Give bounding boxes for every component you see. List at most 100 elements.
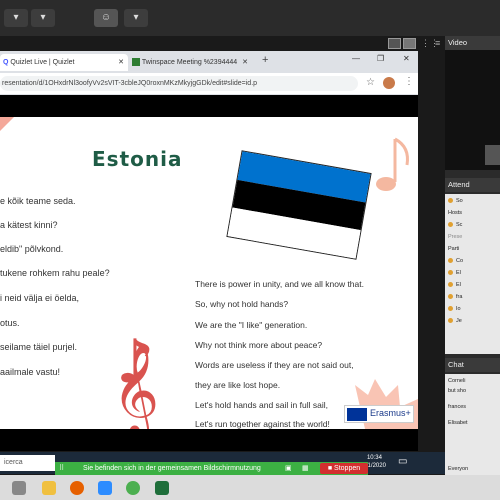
video-panel-title: Video [445, 36, 500, 50]
attendee-row[interactable]: So [448, 198, 463, 204]
layout-single-icon[interactable] [388, 38, 401, 49]
zoom-icon[interactable] [98, 481, 112, 495]
estonian-line: aailmale vastu! [0, 367, 61, 377]
bookmark-icon[interactable]: ☆ [366, 77, 375, 88]
quizlet-icon: Q [3, 59, 9, 66]
user-icon [448, 282, 453, 288]
user-icon[interactable]: ☺ [94, 9, 118, 27]
clock-time: 10:34 [366, 455, 382, 461]
explorer-icon[interactable] [12, 481, 26, 495]
attendee-row[interactable]: Je [448, 318, 462, 324]
attendee-row[interactable]: fra [448, 294, 462, 300]
estonian-line: e kõik teame seda. [0, 196, 76, 206]
screen-share-bar: ⠿ Sie befinden sich in der gemeinsamen B… [55, 462, 368, 475]
estonian-line: tukene rohkem rahu peale? [0, 268, 110, 278]
maximize-icon[interactable]: ❐ [377, 54, 384, 63]
slide-bottom-margin [0, 429, 418, 451]
erasmus-logo-text: Erasmus+ [370, 408, 411, 418]
treble-clef-fallback: ♪ [116, 327, 154, 397]
english-line: they are like lost hope. [195, 380, 281, 390]
english-line: Let's run together against the world! [195, 419, 330, 429]
participant-thumbnail [485, 145, 500, 165]
attendees-panel-title: Attend [445, 178, 500, 192]
options-icon[interactable]: ≡ [435, 38, 440, 48]
share-notice: Sie befinden sich in der gemeinsamen Bil… [83, 465, 261, 472]
browser-menu-icon[interactable]: ⋮ [404, 76, 414, 87]
app-icon[interactable] [155, 481, 169, 495]
english-line: Words are useless if they are not said o… [195, 360, 354, 370]
eu-flag-icon [347, 408, 367, 421]
attendee-row[interactable]: El [448, 270, 461, 276]
user-icon [448, 222, 453, 228]
user-icon [448, 294, 453, 300]
conference-panel: Video Attend So Hosts Sc Prese Parti Co … [445, 36, 500, 500]
firefox-icon[interactable] [70, 481, 84, 495]
browser-window: Q Quizlet Live | Quizlet ✕ Twinspace Mee… [0, 51, 418, 95]
attendee-group[interactable]: Prese [448, 234, 462, 240]
layout-switcher: ⋮⋮ ≡ [388, 38, 443, 52]
attendee-row[interactable]: Co [448, 258, 463, 264]
share-settings-icon[interactable]: ▦ [302, 462, 309, 475]
user-icon [448, 306, 453, 312]
address-bar: resentation/d/1OHxdrNl3oofyVv2sVIT-3cble… [0, 73, 418, 94]
close-icon[interactable]: ✕ [242, 54, 248, 71]
english-line: Let's hold hands and sail in full sail, [195, 400, 328, 410]
close-icon[interactable]: ✕ [118, 54, 124, 71]
erasmus-logo: Erasmus+ [344, 405, 414, 423]
music-note-flag [394, 137, 409, 166]
attendee-row[interactable]: Io [448, 306, 461, 312]
chat-message: Corneli [448, 378, 466, 384]
user-icon [448, 270, 453, 276]
slide-title: Estonia [92, 147, 183, 171]
notification-icon[interactable]: ▭ [398, 456, 407, 467]
app-dock [0, 475, 500, 500]
stop-sharing-button[interactable]: ■ Stoppen [320, 463, 368, 474]
attendee-row[interactable]: El [448, 282, 461, 288]
mic-icon[interactable]: ▾ [124, 9, 148, 27]
attendee-group[interactable]: Parti [448, 246, 459, 252]
estonian-line: eldib" põlvkond. [0, 244, 64, 254]
estonian-line: i neid välja ei öelda, [0, 293, 80, 303]
chat-recipient[interactable]: Everyon [448, 466, 468, 472]
corner-shape [0, 117, 14, 131]
estonian-line: seilame täiel purjel. [0, 342, 78, 352]
close-window-icon[interactable]: ✕ [403, 54, 410, 63]
tab-title: Quizlet Live | Quizlet [10, 59, 75, 66]
slide-top-margin [0, 95, 418, 117]
estonian-line: otus. [0, 318, 20, 328]
share-grip-icon[interactable]: ⠿ [59, 462, 64, 475]
tab-quizlet[interactable]: Q Quizlet Live | Quizlet ✕ [0, 54, 128, 71]
attendees-list: So Hosts Sc Prese Parti Co El El fra Io … [445, 194, 500, 354]
music-note-head [376, 177, 396, 191]
estonian-line: a kätest kinni? [0, 220, 58, 230]
english-line: Why not think more about peace? [195, 340, 323, 350]
attendee-row[interactable]: Sc [448, 222, 462, 228]
taskbar-search[interactable]: icerca [0, 455, 55, 471]
twinspace-icon [132, 58, 140, 67]
chat-message: but sho [448, 388, 467, 394]
share-status-icon: ▣ [285, 465, 292, 472]
tab-twinspace[interactable]: Twinspace Meeting %2394444 ✕ [130, 54, 252, 71]
user-icon [448, 198, 453, 204]
folder-icon[interactable] [42, 481, 56, 495]
english-line: We are the "I like" generation. [195, 320, 308, 330]
english-line: There is power in unity, and we all know… [195, 279, 364, 289]
chrome-icon[interactable] [126, 481, 140, 495]
presentation-slide: 𝄞 ♪ Estonia e kõik teame seda. a kätest … [0, 117, 418, 429]
chat-message: Elisabet [448, 420, 468, 426]
conference-toolbar: ▾ ▾ ☺ ▾ [0, 0, 500, 36]
user-icon [448, 258, 453, 264]
attendee-group[interactable]: Hosts [448, 210, 462, 216]
chat-panel-title: Chat [445, 358, 500, 372]
menu-icon[interactable]: ▾ [4, 9, 28, 27]
minimize-icon[interactable]: — [352, 54, 360, 63]
english-line: So, why not hold hands? [195, 299, 289, 309]
url-field[interactable]: resentation/d/1OHxdrNl3oofyVv2sVIT-3cble… [0, 76, 358, 91]
profile-avatar[interactable] [383, 77, 395, 89]
user-icon [448, 318, 453, 324]
dropdown-icon[interactable]: ▾ [31, 9, 55, 27]
chat-message: frances [448, 404, 467, 410]
new-tab-button[interactable]: + [262, 54, 268, 66]
layout-side-icon[interactable] [403, 38, 416, 49]
video-feed [445, 50, 500, 170]
